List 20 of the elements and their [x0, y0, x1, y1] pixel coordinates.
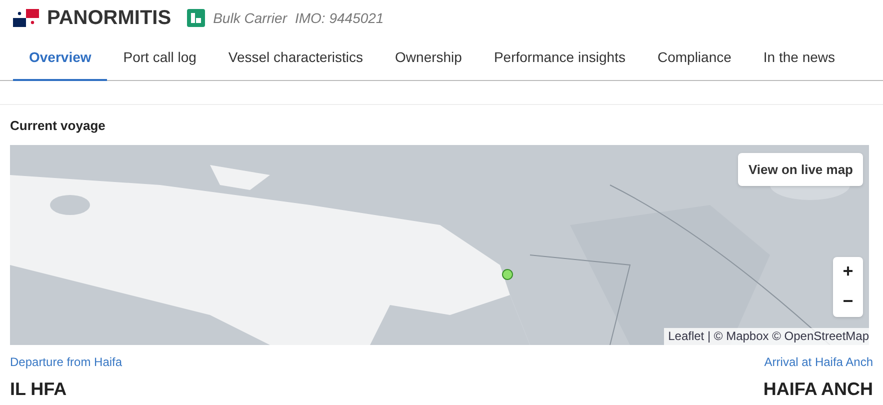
arrival-port: HAIFA ANCH	[763, 378, 873, 400]
zoom-in-button[interactable]: +	[833, 256, 863, 286]
departure-label: Departure from Haifa	[10, 354, 122, 370]
tab[interactable]: In the news	[747, 36, 852, 81]
tab[interactable]: Ownership	[379, 36, 478, 81]
imo-number: IMO: 9445021	[294, 8, 384, 28]
tab[interactable]: Overview	[13, 36, 108, 81]
tab[interactable]: Compliance	[641, 36, 748, 81]
vessel-name: PANORMITIS	[47, 6, 172, 31]
zoom-out-button[interactable]: −	[833, 286, 863, 316]
live-map-button[interactable]: View on live map	[738, 152, 863, 186]
flag-icon	[13, 9, 39, 27]
tab[interactable]: Vessel characteristics	[212, 36, 380, 81]
tab[interactable]: Performance insights	[478, 36, 642, 81]
vessel-type-icon	[187, 9, 206, 27]
tab[interactable]: Port call log	[107, 36, 212, 81]
departure-port: IL HFA	[10, 378, 68, 400]
vessel-type: Bulk Carrier	[213, 8, 287, 28]
section-title: Current voyage	[9, 117, 106, 135]
arrival-label: Arrival at Haifa Anch	[764, 354, 873, 370]
